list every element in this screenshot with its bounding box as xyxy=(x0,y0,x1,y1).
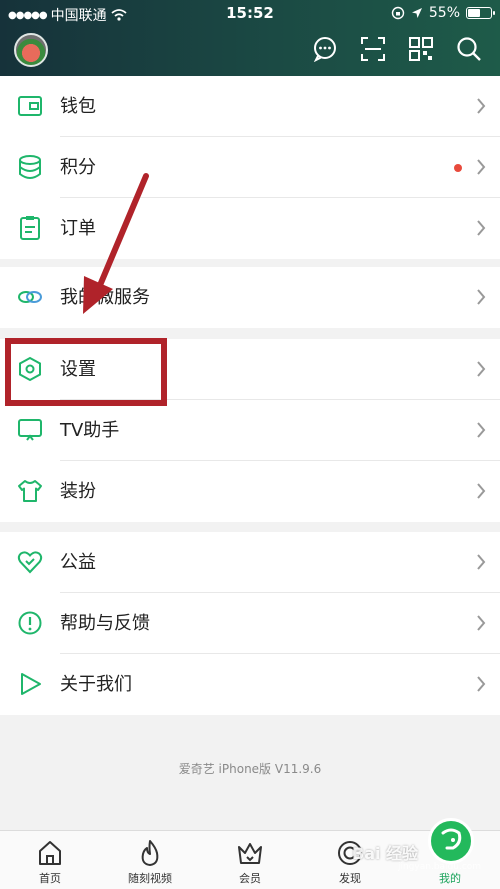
menu-label: 我的微服务 xyxy=(60,287,150,308)
lock-rotation-icon xyxy=(391,6,405,20)
search-icon[interactable] xyxy=(456,36,482,62)
tab-label: 随刻视频 xyxy=(128,872,172,885)
chevron-right-icon xyxy=(477,220,486,236)
tab-label: 会员 xyxy=(239,872,261,885)
chevron-right-icon xyxy=(477,98,486,114)
tab-short-videos[interactable]: 随刻视频 xyxy=(100,839,200,886)
watermark-url: jingyan.baidu.com xyxy=(398,862,482,872)
heart-icon xyxy=(17,551,43,574)
menu-item-tv-assistant[interactable]: TV助手 xyxy=(0,400,500,461)
tab-home[interactable]: 首页 xyxy=(0,839,100,886)
menu-label: 公益 xyxy=(60,552,96,573)
menu-item-about-us[interactable]: 关于我们 xyxy=(0,654,500,715)
tab-label: 发现 xyxy=(339,872,361,885)
link-icon xyxy=(18,291,42,303)
menu-label: 订单 xyxy=(60,218,96,239)
menu-item-charity[interactable]: 公益 xyxy=(0,532,500,593)
menu-label: 帮助与反馈 xyxy=(60,613,150,634)
menu-item-help-feedback[interactable]: 帮助与反馈 xyxy=(0,593,500,654)
shirt-icon xyxy=(18,480,42,502)
tv-icon xyxy=(18,419,42,441)
tab-vip[interactable]: 会员 xyxy=(200,839,300,886)
app-version: 爱奇艺 iPhone版 V11.9.6 xyxy=(178,762,322,776)
location-icon xyxy=(411,8,422,18)
about-icon xyxy=(21,673,41,695)
order-icon xyxy=(20,216,40,240)
section-account: 钱包 积分 订单 xyxy=(0,76,500,259)
menu-item-micro-services[interactable]: 我的微服务 xyxy=(0,267,500,328)
bottom-tab-bar: 首页 随刻视频 会员 发现 我的 xyxy=(0,830,500,889)
chevron-right-icon xyxy=(477,361,486,377)
menu-label: 装扮 xyxy=(60,481,96,502)
help-icon xyxy=(18,611,42,635)
menu-item-points[interactable]: 积分 xyxy=(0,137,500,198)
flame-icon xyxy=(141,840,159,866)
message-icon[interactable] xyxy=(312,36,338,62)
wallet-icon xyxy=(18,96,42,116)
chevron-right-icon xyxy=(477,289,486,305)
qrcode-icon[interactable] xyxy=(408,36,434,62)
crown-icon xyxy=(238,843,262,864)
tab-label: 首页 xyxy=(39,872,61,885)
menu-label: 钱包 xyxy=(60,96,96,117)
battery-icon xyxy=(466,7,495,19)
home-icon xyxy=(39,841,61,865)
section-services: 我的微服务 xyxy=(0,267,500,328)
scan-icon[interactable] xyxy=(360,36,386,62)
menu-item-orders[interactable]: 订单 xyxy=(0,198,500,259)
header-bar: ●●●●● 中国联通 15:52 55% xyxy=(0,0,500,76)
chevron-right-icon xyxy=(477,483,486,499)
chevron-right-icon xyxy=(477,422,486,438)
avatar[interactable] xyxy=(14,33,48,67)
tab-label: 我的 xyxy=(439,872,461,885)
chevron-right-icon xyxy=(477,554,486,570)
menu-item-dress-up[interactable]: 装扮 xyxy=(0,461,500,522)
profile-icon xyxy=(441,828,462,850)
menu-label: 关于我们 xyxy=(60,674,132,695)
watermark: Bai 经验 xyxy=(352,844,419,863)
profile-tab-bubble[interactable] xyxy=(428,818,474,864)
points-icon xyxy=(19,155,41,179)
chevron-right-icon xyxy=(477,615,486,631)
menu-label: 积分 xyxy=(60,157,96,178)
section-about: 公益 帮助与反馈 关于我们 xyxy=(0,532,500,715)
menu-item-wallet[interactable]: 钱包 xyxy=(0,76,500,137)
highlight-box xyxy=(5,338,167,406)
menu-label: TV助手 xyxy=(60,420,120,441)
status-bar: ●●●●● 中国联通 15:52 55% xyxy=(0,0,500,26)
notification-dot xyxy=(454,164,462,172)
chevron-right-icon xyxy=(477,676,486,692)
chevron-right-icon xyxy=(477,159,486,175)
battery-percent: 55% xyxy=(428,5,460,21)
